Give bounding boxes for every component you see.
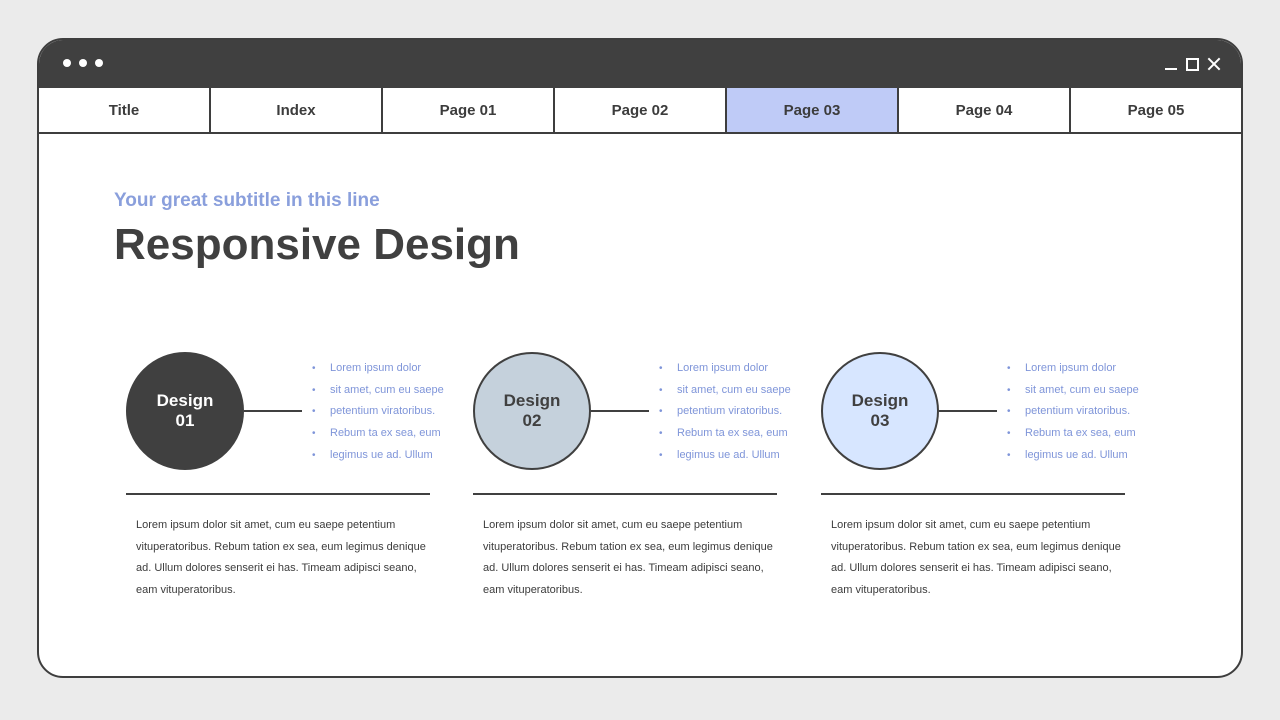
design-description: Lorem ipsum dolor sit amet, cum eu saepe… — [136, 519, 426, 597]
design-circle: Design 03 — [821, 352, 939, 470]
bullet-item: Lorem ipsum dolor — [659, 358, 791, 380]
design-circle-label: Design — [851, 391, 909, 410]
tab-title[interactable]: Title — [39, 88, 211, 132]
app-window: Title Index Page 01 Page 02 Page 03 Page… — [37, 38, 1243, 678]
bullet-item: Rebum ta ex sea, eum — [1007, 423, 1139, 445]
maximize-icon[interactable] — [1186, 57, 1199, 71]
design-circle: Design 02 — [473, 352, 591, 470]
design-card-03: Design 03 Lorem ipsum dolor sit amet, cu… — [811, 352, 1141, 612]
dot-icon — [95, 59, 103, 67]
tab-bar: Title Index Page 01 Page 02 Page 03 Page… — [39, 88, 1241, 134]
bullet-item: Lorem ipsum dolor — [1007, 358, 1139, 380]
bullet-item: legimus ue ad. Ullum — [1007, 445, 1139, 467]
bullet-item: sit amet, cum eu saepe — [1007, 380, 1139, 402]
bullet-item: Rebum ta ex sea, eum — [312, 423, 444, 445]
dot-icon — [63, 59, 71, 67]
divider — [821, 493, 1125, 495]
tab-page-02[interactable]: Page 02 — [555, 88, 727, 132]
bullet-item: Lorem ipsum dolor — [312, 358, 444, 380]
bullet-item: petentium viratoribus. — [1007, 401, 1139, 423]
page-subtitle: Your great subtitle in this line — [114, 190, 380, 211]
bullet-list: Lorem ipsum dolor sit amet, cum eu saepe… — [659, 358, 791, 467]
tab-page-05[interactable]: Page 05 — [1071, 88, 1241, 132]
close-icon[interactable] — [1207, 57, 1221, 71]
connector-line — [939, 410, 997, 412]
dot-icon — [79, 59, 87, 67]
bullet-item: legimus ue ad. Ullum — [312, 445, 444, 467]
page-title: Responsive Design — [114, 220, 520, 269]
design-circle: Design 01 — [126, 352, 244, 470]
divider — [473, 493, 777, 495]
design-description: Lorem ipsum dolor sit amet, cum eu saepe… — [483, 519, 773, 597]
bullet-item: petentium viratoribus. — [312, 401, 444, 423]
bullet-item: sit amet, cum eu saepe — [312, 380, 444, 402]
bullet-item: legimus ue ad. Ullum — [659, 445, 791, 467]
bullet-item: Rebum ta ex sea, eum — [659, 423, 791, 445]
tab-page-01[interactable]: Page 01 — [383, 88, 555, 132]
bullet-list: Lorem ipsum dolor sit amet, cum eu saepe… — [312, 358, 444, 467]
tab-page-04[interactable]: Page 04 — [899, 88, 1071, 132]
tab-index[interactable]: Index — [211, 88, 383, 132]
design-circle-label: Design — [156, 391, 214, 410]
connector-line — [244, 410, 302, 412]
title-bar — [39, 40, 1241, 88]
divider — [126, 493, 430, 495]
design-circle-number: 01 — [175, 411, 195, 430]
bullet-item: petentium viratoribus. — [659, 401, 791, 423]
minimize-icon[interactable] — [1164, 57, 1178, 71]
window-controls — [1164, 57, 1221, 71]
design-circle-label: Design — [503, 391, 561, 410]
window-menu-dots[interactable] — [63, 59, 103, 67]
tab-page-03[interactable]: Page 03 — [727, 88, 899, 132]
design-card-01: Design 01 Lorem ipsum dolor sit amet, cu… — [116, 352, 446, 612]
connector-line — [591, 410, 649, 412]
bullet-item: sit amet, cum eu saepe — [659, 380, 791, 402]
design-description: Lorem ipsum dolor sit amet, cum eu saepe… — [831, 519, 1121, 597]
bullet-list: Lorem ipsum dolor sit amet, cum eu saepe… — [1007, 358, 1139, 467]
design-circle-number: 03 — [870, 411, 890, 430]
design-card-02: Design 02 Lorem ipsum dolor sit amet, cu… — [463, 352, 793, 612]
design-circle-number: 02 — [522, 411, 542, 430]
